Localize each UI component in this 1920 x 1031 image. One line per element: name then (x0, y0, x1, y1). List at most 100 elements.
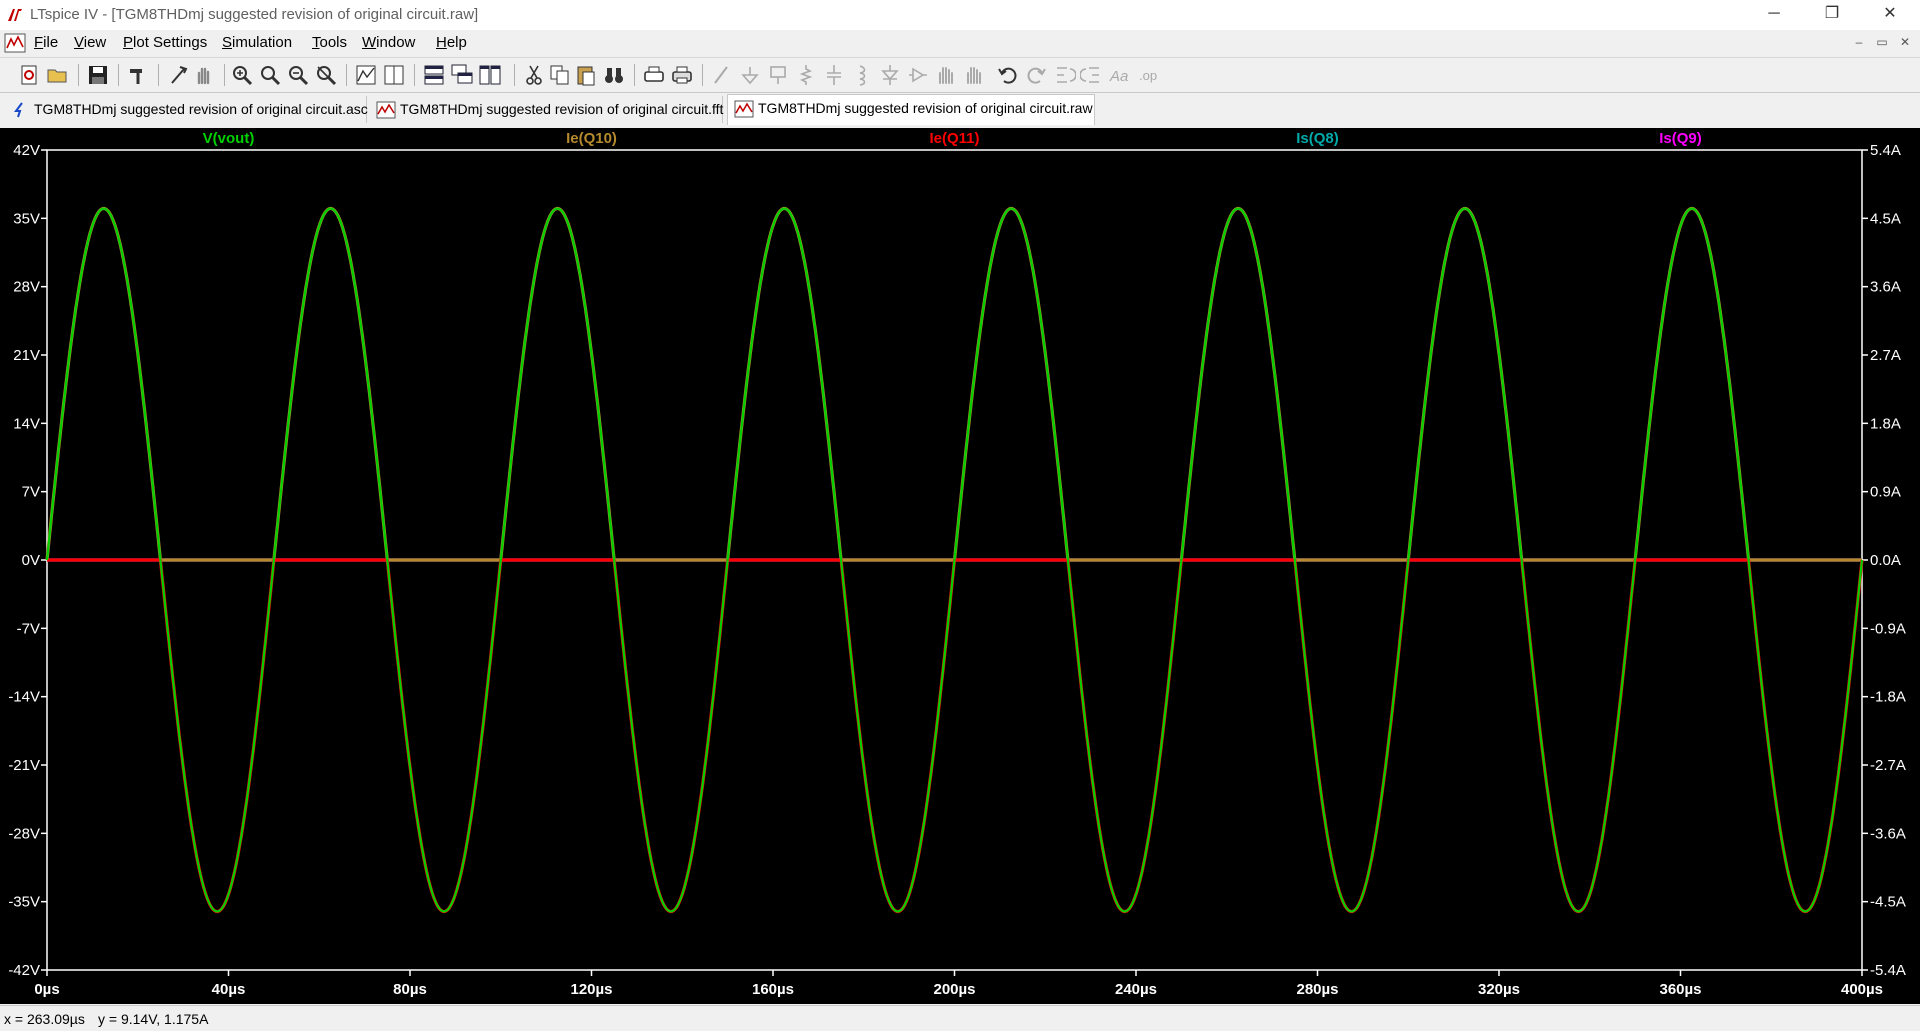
inductor-icon[interactable] (850, 63, 874, 87)
y-right-tick-label: -0.9A (1870, 620, 1906, 637)
menu-simulation[interactable]: Simulation (222, 34, 292, 51)
label-net-icon[interactable] (766, 63, 790, 87)
run-simulation-icon[interactable] (166, 63, 190, 87)
open-folder-icon[interactable] (46, 63, 70, 87)
zoom-full-icon[interactable] (258, 63, 282, 87)
y-left-tick-label: -21V (8, 757, 40, 774)
tab-schematic[interactable]: TGM8THDmj suggested revision of original… (4, 96, 368, 123)
y-left-tick-label: -14V (8, 689, 40, 706)
x-tick-label: 240µs (1115, 981, 1157, 998)
waveform-plot-pane[interactable]: 42V 35V 28V 21V 14V 7V 0V -7V -14V -21V -28V -35V -4… (0, 128, 1920, 1004)
y-right-tick-label: -5.4A (1870, 962, 1906, 979)
y-left-tick-label: -7V (17, 620, 40, 637)
x-tick-label: 0µs (34, 981, 59, 998)
x-tick-label: 120µs (570, 981, 612, 998)
spice-directive-icon[interactable]: .op (1136, 63, 1160, 87)
tile-horizontal-icon[interactable] (422, 63, 446, 87)
save-icon[interactable] (86, 63, 110, 87)
y-right-tick-label: -3.6A (1870, 825, 1906, 842)
mirror-icon[interactable] (1080, 63, 1104, 87)
paste-icon[interactable] (574, 63, 598, 87)
y-left-tick-label: 42V (13, 142, 40, 159)
trace-ie-q11[interactable] (46, 558, 1864, 914)
mdi-close-button[interactable]: ✕ (1895, 34, 1915, 50)
autorange-icon[interactable] (354, 63, 378, 87)
waveform-chart[interactable]: 42V 35V 28V 21V 14V 7V 0V -7V -14V -21V -28V -35V -4… (0, 128, 1920, 1004)
toolbar-separator (158, 64, 159, 86)
ground-icon[interactable] (738, 63, 762, 87)
tab-fft[interactable]: TGM8THDmj suggested revision of original… (370, 96, 723, 123)
menu-plot-settings[interactable]: Plot Settings (123, 34, 207, 51)
tab-raw[interactable]: TGM8THDmj suggested revision of original… (727, 94, 1095, 125)
toolbar-separator (224, 64, 225, 86)
pan-hand-icon[interactable] (192, 63, 216, 87)
trace-label[interactable]: Is(Q8) (1296, 130, 1339, 147)
y-left-tick-label: -28V (8, 825, 40, 842)
control-panel-hammer-icon[interactable] (126, 63, 150, 87)
y-right-tick-label: 0.0A (1870, 552, 1901, 569)
diode-icon[interactable] (878, 63, 902, 87)
y-left-tick-label: 14V (13, 415, 40, 432)
y-left-tick-label: 21V (13, 347, 40, 364)
minimize-button[interactable]: ─ (1745, 0, 1803, 30)
menu-tools[interactable]: Tools (312, 34, 347, 51)
move-hand-icon[interactable] (934, 63, 958, 87)
waveform-icon (376, 101, 396, 119)
cascade-windows-icon[interactable] (450, 63, 474, 87)
trace-label[interactable]: Ie(Q10) (566, 130, 617, 147)
svg-text:Aa: Aa (1109, 68, 1128, 85)
marker-icon[interactable] (382, 63, 406, 87)
y-left-tick-label: 0V (22, 552, 40, 569)
rotate-icon[interactable] (1052, 63, 1076, 87)
tab-label: TGM8THDmj suggested revision of original… (34, 101, 368, 117)
menu-view[interactable]: View (74, 34, 106, 51)
copy-icon[interactable] (548, 63, 572, 87)
find-binoculars-icon[interactable] (602, 63, 626, 87)
window-title: LTspice IV - [TGM8THDmj suggested revisi… (30, 6, 479, 23)
cursor-y-readout: y = 9.14V, 1.175A (98, 1011, 209, 1027)
text-aa-icon[interactable]: Aa (1108, 63, 1132, 87)
x-tick-label: 40µs (212, 981, 246, 998)
zoom-out-icon[interactable] (286, 63, 310, 87)
waveform-window-icon[interactable] (4, 33, 26, 53)
tile-vertical-icon[interactable] (478, 63, 502, 87)
trace-label[interactable]: Ie(Q11) (929, 130, 979, 147)
restore-button[interactable]: ❐ (1803, 0, 1861, 30)
mdi-restore-button[interactable]: ▭ (1872, 34, 1892, 50)
toolbar-separator (514, 64, 515, 86)
tab-label: TGM8THDmj suggested revision of original… (758, 100, 1093, 116)
trace-label[interactable]: Is(Q9) (1659, 130, 1702, 147)
mdi-minimize-button[interactable]: – (1849, 34, 1869, 50)
y-right-tick-label: 0.9A (1870, 484, 1901, 501)
undo-icon[interactable] (996, 63, 1020, 87)
x-tick-label: 160µs (752, 981, 794, 998)
y-right-tick-label: -1.8A (1870, 689, 1906, 706)
ltspice-logo-icon (8, 9, 22, 21)
waveform-icon (734, 100, 754, 118)
print-setup-icon[interactable] (642, 63, 666, 87)
print-icon[interactable] (670, 63, 694, 87)
x-tick-label: 200µs (933, 981, 975, 998)
svg-text:.op: .op (1139, 68, 1157, 83)
trace-label[interactable]: V(vout) (203, 130, 255, 147)
y-left-tick-label: 28V (13, 279, 40, 296)
cut-scissors-icon[interactable] (522, 63, 546, 87)
menu-help[interactable]: Help (436, 34, 467, 51)
draw-wire-icon[interactable] (710, 63, 734, 87)
redo-icon[interactable] (1024, 63, 1048, 87)
x-tick-label: 320µs (1478, 981, 1520, 998)
zoom-in-icon[interactable] (230, 63, 254, 87)
toolbar-separator (702, 64, 703, 86)
menu-file[interactable]: File (34, 34, 58, 51)
schematic-icon (14, 102, 23, 118)
zoom-cancel-icon[interactable] (314, 63, 338, 87)
y-left-tick-label: -35V (8, 894, 40, 911)
trace-ie-q10[interactable] (45, 206, 1863, 562)
component-icon[interactable] (906, 63, 930, 87)
new-schematic-icon[interactable] (18, 63, 42, 87)
capacitor-icon[interactable] (822, 63, 846, 87)
close-button[interactable]: ✕ (1861, 0, 1919, 30)
menu-window[interactable]: Window (362, 34, 415, 51)
resistor-icon[interactable] (794, 63, 818, 87)
drag-hand-icon[interactable] (962, 63, 986, 87)
